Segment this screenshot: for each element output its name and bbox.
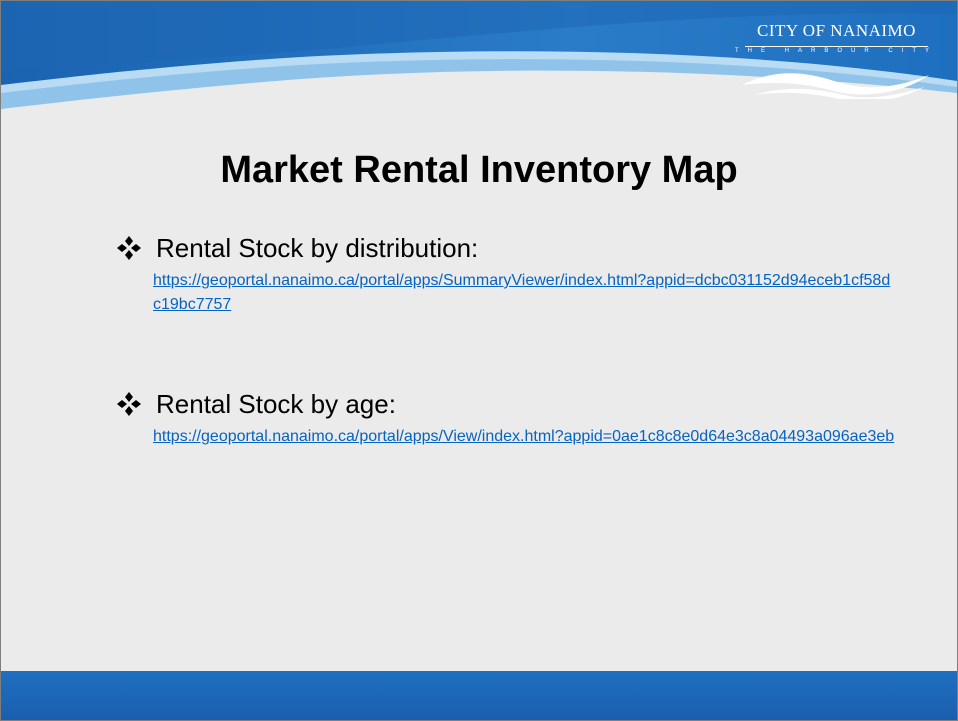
city-of-nanaimo-logo: CITY OF NANAIMO THE HARBOUR CITY [734, 13, 939, 108]
logo-divider [745, 46, 928, 47]
footer-band [1, 671, 957, 720]
slide-title: Market Rental Inventory Map [220, 149, 738, 191]
bullet-label: Rental Stock by age: [156, 388, 396, 419]
logo-wave-icon [742, 73, 929, 99]
four-diamond-bullet-icon [117, 236, 141, 260]
slide: CITY OF NANAIMO THE HARBOUR CITY Market … [0, 0, 958, 721]
distribution-map-link[interactable]: https://geoportal.nanaimo.ca/portal/apps… [153, 269, 896, 317]
logo-title: CITY OF NANAIMO [757, 21, 916, 40]
bullet-rental-distribution: Rental Stock by distribution: https://ge… [116, 231, 896, 317]
bullet-rental-age: Rental Stock by age: https://geoportal.n… [116, 387, 896, 449]
four-diamond-bullet-icon [117, 392, 141, 416]
logo-subtitle: THE HARBOUR CITY [734, 48, 938, 54]
age-map-link[interactable]: https://geoportal.nanaimo.ca/portal/apps… [153, 425, 896, 449]
bullet-label: Rental Stock by distribution: [156, 232, 479, 263]
